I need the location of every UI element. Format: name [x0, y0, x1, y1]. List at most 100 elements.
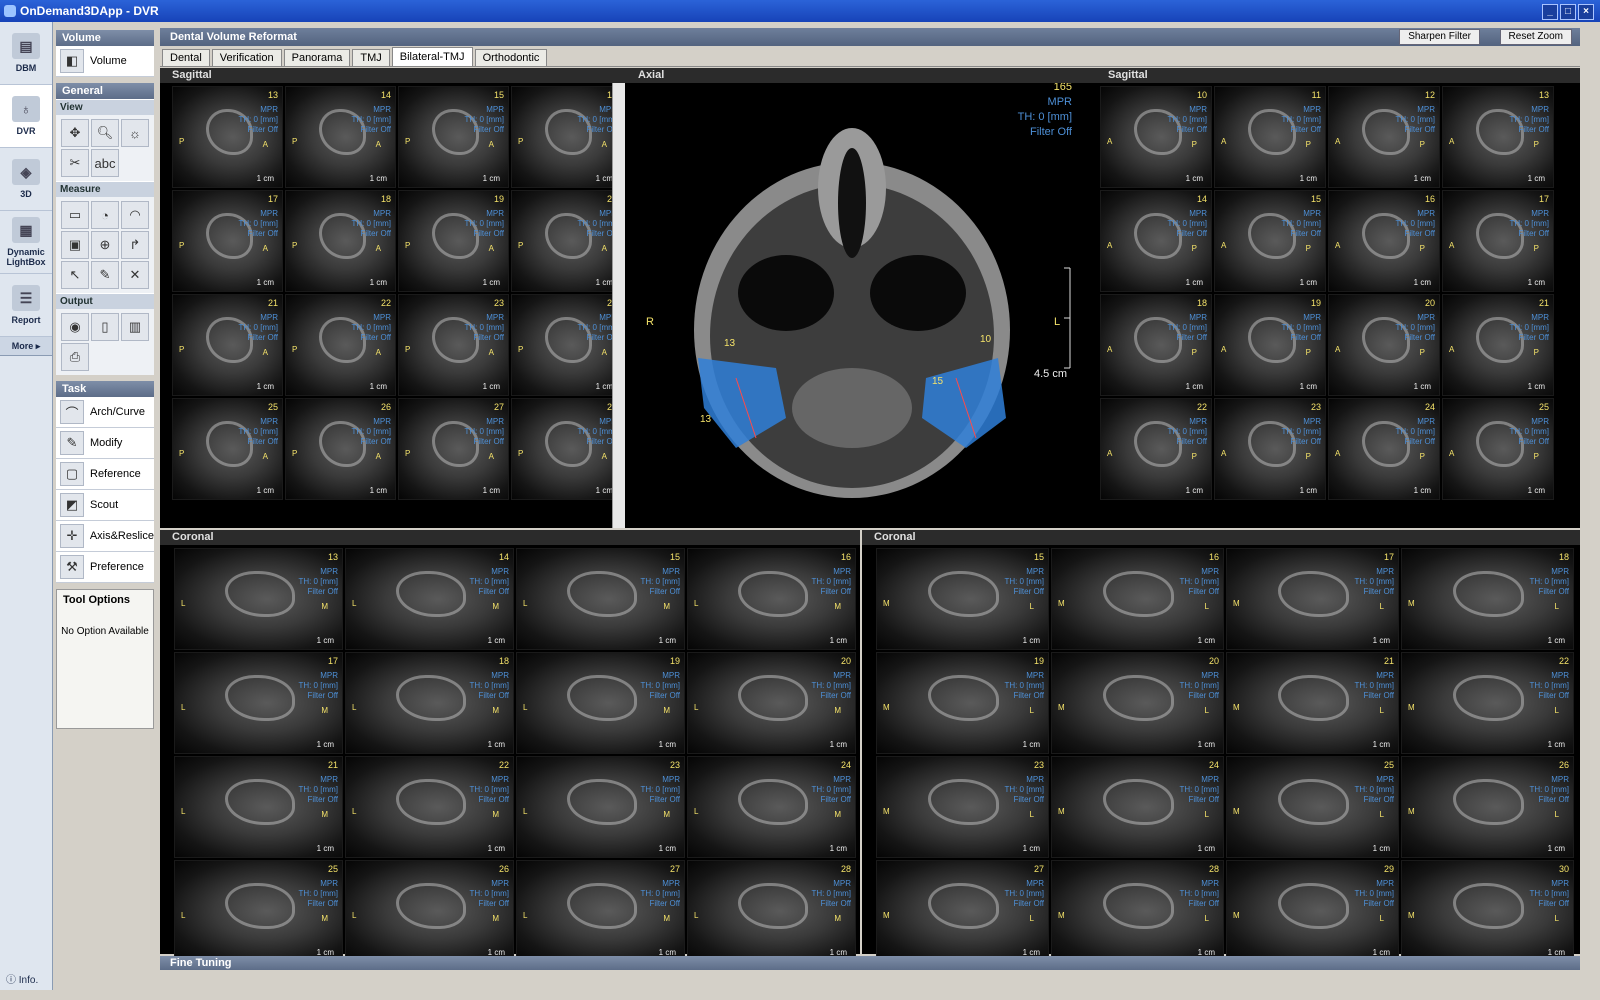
- tape-icon[interactable]: ◔: [91, 201, 119, 229]
- slice-thumbnail[interactable]: 21 MPR TH: 0 [mm] Filter Off P A 1 cm: [172, 294, 283, 396]
- scrollbar[interactable]: [612, 83, 625, 528]
- fine-tuning-bar[interactable]: Fine Tuning: [160, 956, 1580, 970]
- volume-button[interactable]: ◧ Volume: [56, 46, 154, 77]
- task-modify[interactable]: ✎ Modify: [56, 428, 154, 459]
- slice-thumbnail[interactable]: 24MPRTH: 0 [mm]Filter OffPA1 cm: [511, 294, 622, 396]
- annotation-icon[interactable]: abc: [91, 149, 119, 177]
- slice-thumbnail[interactable]: 29 MPR TH: 0 [mm] Filter Off M L 1 cm: [1226, 860, 1399, 962]
- slice-thumbnail[interactable]: 15 MPR TH: 0 [mm] Filter Off M L 1 cm: [876, 548, 1049, 650]
- slice-thumbnail[interactable]: 19 MPR TH: 0 [mm] Filter Off A P 1 cm: [1214, 294, 1326, 396]
- sidebar-item-3d[interactable]: ◈ 3D: [0, 148, 52, 211]
- slice-thumbnail[interactable]: 22 MPR TH: 0 [mm] Filter Off P A 1 cm: [285, 294, 396, 396]
- sidebar-item-report[interactable]: ☰ Report: [0, 274, 52, 337]
- slice-thumbnail[interactable]: 23 MPR TH: 0 [mm] Filter Off L M 1 cm: [516, 756, 685, 858]
- slice-thumbnail[interactable]: 22 MPR TH: 0 [mm] Filter Off L M 1 cm: [345, 756, 514, 858]
- globe-icon[interactable]: ⊕: [91, 231, 119, 259]
- slice-thumbnail[interactable]: 23 MPR TH: 0 [mm] Filter Off A P 1 cm: [1214, 398, 1326, 500]
- slice-thumbnail[interactable]: 13 MPR TH: 0 [mm] Filter Off L M 1 cm: [174, 548, 343, 650]
- slice-thumbnail[interactable]: 15 MPR TH: 0 [mm] Filter Off A P 1 cm: [1214, 190, 1326, 292]
- minimize-button[interactable]: _: [1542, 4, 1558, 20]
- sagittal-left-viewer[interactable]: Sagittal 13 MPR TH: 0 [mm] Filter Off P A 1 cm…: [160, 68, 626, 528]
- slice-thumbnail[interactable]: 17 MPR TH: 0 [mm] Filter Off L M 1 cm: [174, 652, 343, 754]
- slice-thumbnail[interactable]: 20MPRTH: 0 [mm]Filter OffPA1 cm: [511, 190, 622, 292]
- slice-thumbnail[interactable]: 15 MPR TH: 0 [mm] Filter Off P A 1 cm: [398, 86, 509, 188]
- task-arch-curve[interactable]: ⌒ Arch/Curve: [56, 397, 154, 428]
- slice-thumbnail[interactable]: 18 MPR TH: 0 [mm] Filter Off M L 1 cm: [1401, 548, 1574, 650]
- slice-thumbnail[interactable]: 28 MPR TH: 0 [mm] Filter Off M L 1 cm: [1051, 860, 1224, 962]
- slice-thumbnail[interactable]: 16 MPR TH: 0 [mm] Filter Off M L 1 cm: [1051, 548, 1224, 650]
- sagittal-right-viewer[interactable]: Sagittal 10 MPR TH: 0 [mm] Filter Off A P 1 cm…: [1096, 68, 1580, 528]
- slice-thumbnail[interactable]: 13 MPR TH: 0 [mm] Filter Off P A 1 cm: [172, 86, 283, 188]
- sidebar-item-lightbox[interactable]: ▦ Dynamic LightBox: [0, 211, 52, 274]
- slice-thumbnail[interactable]: 22 MPR TH: 0 [mm] Filter Off M L 1 cm: [1401, 652, 1574, 754]
- reset-zoom-button[interactable]: Reset Zoom: [1499, 29, 1572, 45]
- pan-icon[interactable]: ✥: [61, 119, 89, 147]
- coronal-left-viewer[interactable]: Coronal 13 MPR TH: 0 [mm] Filter Off L M 1 cm 1…: [160, 530, 860, 962]
- slice-thumbnail[interactable]: 15 MPR TH: 0 [mm] Filter Off L M 1 cm: [516, 548, 685, 650]
- slice-thumbnail[interactable]: 23 MPR TH: 0 [mm] Filter Off P A 1 cm: [398, 294, 509, 396]
- slice-thumbnail[interactable]: 26 MPR TH: 0 [mm] Filter Off P A 1 cm: [285, 398, 396, 500]
- slice-thumbnail[interactable]: 19 MPR TH: 0 [mm] Filter Off P A 1 cm: [398, 190, 509, 292]
- slice-thumbnail[interactable]: 19 MPR TH: 0 [mm] Filter Off L M 1 cm: [516, 652, 685, 754]
- sharpen-filter-button[interactable]: Sharpen Filter: [1399, 29, 1480, 45]
- slice-thumbnail[interactable]: 24 MPR TH: 0 [mm] Filter Off M L 1 cm: [1051, 756, 1224, 858]
- slice-thumbnail[interactable]: 21 MPR TH: 0 [mm] Filter Off L M 1 cm: [174, 756, 343, 858]
- print-icon[interactable]: ⎙: [61, 343, 89, 371]
- axial-viewer[interactable]: Axial 165 MPR TH: 0 [mm] Filter Off R L …: [626, 68, 1096, 528]
- slice-thumbnail[interactable]: 12 MPR TH: 0 [mm] Filter Off A P 1 cm: [1328, 86, 1440, 188]
- sidebar-item-dbm[interactable]: ▤ DBM: [0, 22, 52, 85]
- tab-tmj[interactable]: TMJ: [352, 49, 390, 66]
- slice-thumbnail[interactable]: 26 MPR TH: 0 [mm] Filter Off L M 1 cm: [345, 860, 514, 962]
- slice-thumbnail[interactable]: 24 MPR TH: 0 [mm] Filter Off A P 1 cm: [1328, 398, 1440, 500]
- slice-thumbnail[interactable]: 11 MPR TH: 0 [mm] Filter Off A P 1 cm: [1214, 86, 1326, 188]
- slice-thumbnail[interactable]: 18 MPR TH: 0 [mm] Filter Off L M 1 cm: [345, 652, 514, 754]
- slice-thumbnail[interactable]: 17 MPR TH: 0 [mm] Filter Off A P 1 cm: [1442, 190, 1554, 292]
- slice-thumbnail[interactable]: 16MPRTH: 0 [mm]Filter OffPA1 cm: [511, 86, 622, 188]
- close-button[interactable]: ×: [1578, 4, 1594, 20]
- clipboard-icon[interactable]: ▯: [91, 313, 119, 341]
- tab-bilateral-tmj[interactable]: Bilateral-TMJ: [391, 47, 473, 66]
- zoom-icon[interactable]: 🔍︎: [91, 119, 119, 147]
- brightness-icon[interactable]: ☼: [121, 119, 149, 147]
- sidebar-item-dvr[interactable]: ♁ DVR: [0, 85, 52, 148]
- slice-thumbnail[interactable]: 20 MPR TH: 0 [mm] Filter Off L M 1 cm: [687, 652, 856, 754]
- slice-thumbnail[interactable]: 16 MPR TH: 0 [mm] Filter Off L M 1 cm: [687, 548, 856, 650]
- slice-thumbnail[interactable]: 21 MPR TH: 0 [mm] Filter Off A P 1 cm: [1442, 294, 1554, 396]
- slice-thumbnail[interactable]: 17 MPR TH: 0 [mm] Filter Off M L 1 cm: [1226, 548, 1399, 650]
- slice-thumbnail[interactable]: 18 MPR TH: 0 [mm] Filter Off P A 1 cm: [285, 190, 396, 292]
- slice-thumbnail[interactable]: 20 MPR TH: 0 [mm] Filter Off A P 1 cm: [1328, 294, 1440, 396]
- ruler-icon[interactable]: ▭: [61, 201, 89, 229]
- slice-thumbnail[interactable]: 10 MPR TH: 0 [mm] Filter Off A P 1 cm: [1100, 86, 1212, 188]
- edit-icon[interactable]: ✎: [91, 261, 119, 289]
- slice-thumbnail[interactable]: 25 MPR TH: 0 [mm] Filter Off L M 1 cm: [174, 860, 343, 962]
- slice-thumbnail[interactable]: 23 MPR TH: 0 [mm] Filter Off M L 1 cm: [876, 756, 1049, 858]
- slice-thumbnail[interactable]: 27 MPR TH: 0 [mm] Filter Off M L 1 cm: [876, 860, 1049, 962]
- slice-thumbnail[interactable]: 13 MPR TH: 0 [mm] Filter Off A P 1 cm: [1442, 86, 1554, 188]
- task-reference[interactable]: ▢ Reference: [56, 459, 154, 490]
- slice-thumbnail[interactable]: 20 MPR TH: 0 [mm] Filter Off M L 1 cm: [1051, 652, 1224, 754]
- slice-thumbnail[interactable]: 17 MPR TH: 0 [mm] Filter Off P A 1 cm: [172, 190, 283, 292]
- slice-thumbnail[interactable]: 21 MPR TH: 0 [mm] Filter Off M L 1 cm: [1226, 652, 1399, 754]
- tab-panorama[interactable]: Panorama: [283, 49, 351, 66]
- slice-thumbnail[interactable]: 27 MPR TH: 0 [mm] Filter Off L M 1 cm: [516, 860, 685, 962]
- slice-thumbnail[interactable]: 30 MPR TH: 0 [mm] Filter Off M L 1 cm: [1401, 860, 1574, 962]
- slice-thumbnail[interactable]: 28MPRTH: 0 [mm]Filter OffPA1 cm: [511, 398, 622, 500]
- slice-thumbnail[interactable]: 25 MPR TH: 0 [mm] Filter Off M L 1 cm: [1226, 756, 1399, 858]
- tab-dental[interactable]: Dental: [162, 49, 210, 66]
- tab-verification[interactable]: Verification: [211, 49, 282, 66]
- slice-thumbnail[interactable]: 25 MPR TH: 0 [mm] Filter Off A P 1 cm: [1442, 398, 1554, 500]
- slice-thumbnail[interactable]: 14 MPR TH: 0 [mm] Filter Off L M 1 cm: [345, 548, 514, 650]
- slice-thumbnail[interactable]: 14 MPR TH: 0 [mm] Filter Off A P 1 cm: [1100, 190, 1212, 292]
- slice-thumbnail[interactable]: 16 MPR TH: 0 [mm] Filter Off A P 1 cm: [1328, 190, 1440, 292]
- slice-thumbnail[interactable]: 18 MPR TH: 0 [mm] Filter Off A P 1 cm: [1100, 294, 1212, 396]
- rotate-icon[interactable]: ✂: [61, 149, 89, 177]
- slice-thumbnail[interactable]: 27 MPR TH: 0 [mm] Filter Off P A 1 cm: [398, 398, 509, 500]
- more-button[interactable]: More ▸: [0, 337, 52, 356]
- camera-icon[interactable]: ◉: [61, 313, 89, 341]
- task-preference[interactable]: ⚒ Preference: [56, 552, 154, 583]
- slice-thumbnail[interactable]: 24 MPR TH: 0 [mm] Filter Off L M 1 cm: [687, 756, 856, 858]
- slice-thumbnail[interactable]: 14 MPR TH: 0 [mm] Filter Off P A 1 cm: [285, 86, 396, 188]
- slice-thumbnail[interactable]: 19 MPR TH: 0 [mm] Filter Off M L 1 cm: [876, 652, 1049, 754]
- task-scout[interactable]: ◩ Scout: [56, 490, 154, 521]
- window-level-icon[interactable]: ▣: [61, 231, 89, 259]
